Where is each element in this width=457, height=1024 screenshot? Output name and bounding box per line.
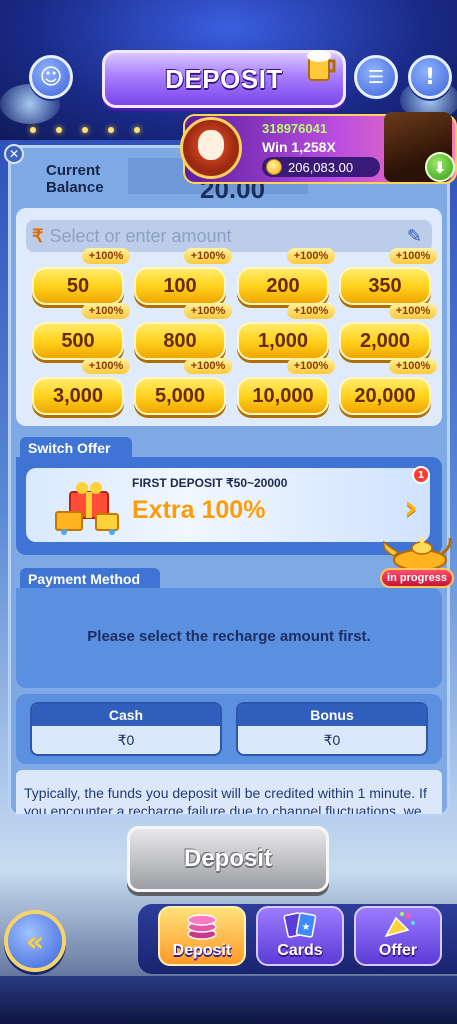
amount-button-500[interactable]: 500 xyxy=(32,322,124,360)
amount-label: 3,000 xyxy=(52,384,104,407)
cash-label: Cash xyxy=(32,704,220,726)
amount-button-50[interactable]: 50 xyxy=(32,267,124,305)
tab-deposit-label: Deposit xyxy=(172,942,232,959)
coin-balance: 206,083.00 xyxy=(262,157,380,177)
deposit-button-label: Deposit xyxy=(183,845,272,872)
back-button[interactable]: « xyxy=(4,910,66,972)
string-lights xyxy=(20,118,160,133)
page-title: DEPOSIT xyxy=(165,63,283,94)
amount-label: 20,000 xyxy=(354,384,416,407)
amount-label: 200 xyxy=(266,274,300,297)
deposit-button[interactable]: Deposit xyxy=(127,826,329,892)
amount-label: 1,000 xyxy=(257,329,309,352)
balance-label: Current Balance xyxy=(46,162,104,196)
support-icon: ☺ xyxy=(39,64,63,90)
svg-text:★: ★ xyxy=(302,922,311,933)
bonus-badge: +100% xyxy=(389,303,437,319)
amount-label: 100 xyxy=(163,274,197,297)
amount-button-200[interactable]: 200 xyxy=(237,267,329,305)
amount-button-3000[interactable]: 3,000 xyxy=(32,377,124,415)
cards-icon: ★ xyxy=(280,908,320,942)
amount-button-100[interactable]: 100 xyxy=(134,267,226,305)
amount-label: 50 xyxy=(66,274,90,297)
beer-mug-icon xyxy=(307,50,336,81)
amount-button-2000[interactable]: 2,000 xyxy=(339,322,431,360)
download-icon: ⬇ xyxy=(433,157,447,177)
tab-offer[interactable]: Offer xyxy=(354,906,442,966)
amount-button-20000[interactable]: 20,000 xyxy=(339,377,431,415)
payment-message: Please select the recharge amount first. xyxy=(87,628,371,645)
close-button[interactable]: ✕ xyxy=(4,144,24,164)
bonus-badge: +100% xyxy=(389,358,437,374)
player-id: 318976041 xyxy=(262,121,328,136)
double-chevron-left-icon: « xyxy=(25,924,45,958)
amount-button-10000[interactable]: 10,000 xyxy=(237,377,329,415)
coin-amount: 206,083.00 xyxy=(288,159,354,175)
bonus-label: Bonus xyxy=(238,704,426,726)
in-progress-badge: in progress xyxy=(380,568,454,588)
bonus-badge: +100% xyxy=(184,358,232,374)
bottom-strip xyxy=(0,976,457,1024)
bonus-badge: +100% xyxy=(82,248,130,264)
support-button[interactable]: ☺ xyxy=(29,55,73,99)
pencil-icon[interactable]: ✎ xyxy=(407,226,422,247)
balance-label-line1: Current xyxy=(46,162,101,179)
balance-label-line2: Balance xyxy=(46,179,104,196)
amount-label: 5,000 xyxy=(154,384,206,407)
cash-value: ₹0 xyxy=(117,732,135,748)
party-popper-icon xyxy=(378,908,418,942)
amount-label: 800 xyxy=(163,329,197,352)
coin-icon xyxy=(266,159,282,175)
amount-input[interactable] xyxy=(49,225,407,247)
payment-method-title: Payment Method xyxy=(20,568,160,590)
amount-label: 10,000 xyxy=(252,384,314,407)
close-icon: ✕ xyxy=(8,147,20,161)
bonus-badge: +100% xyxy=(82,303,130,319)
amount-button-350[interactable]: 350 xyxy=(339,267,431,305)
alert-icon: ! xyxy=(424,64,436,90)
bonus-badge: +100% xyxy=(389,248,437,264)
amount-input-wrapper: ₹ ✎ xyxy=(26,220,432,252)
avatar-face xyxy=(198,130,224,160)
rupee-icon: ₹ xyxy=(32,225,44,246)
bonus-badge: +100% xyxy=(82,358,130,374)
bonus-badge: +100% xyxy=(184,248,232,264)
amount-button-1000[interactable]: 1,000 xyxy=(237,322,329,360)
gift-icon xyxy=(55,482,119,535)
list-icon: ☰ xyxy=(367,66,385,88)
switch-offer-title: Switch Offer xyxy=(20,437,132,459)
tab-cards-label: Cards xyxy=(277,942,323,959)
tab-cards[interactable]: ★ Cards xyxy=(256,906,344,966)
tab-offer-label: Offer xyxy=(378,942,418,959)
magic-lamp-icon[interactable] xyxy=(380,524,454,574)
bonus-box: Bonus ₹0 xyxy=(236,702,428,756)
win-multiplier: Win 1,258X xyxy=(262,139,336,155)
cash-box: Cash ₹0 xyxy=(30,702,222,756)
chips-icon xyxy=(182,908,222,942)
info-button[interactable]: ! xyxy=(408,55,452,99)
download-button[interactable]: ⬇ xyxy=(425,152,455,182)
bonus-value: ₹0 xyxy=(323,732,341,748)
bonus-badge: +100% xyxy=(287,358,335,374)
notification-badge: 1 xyxy=(412,466,430,484)
chevron-right-icon[interactable]: › xyxy=(404,488,418,528)
amount-button-5000[interactable]: 5,000 xyxy=(134,377,226,415)
notice-text: Typically, the funds you deposit will be… xyxy=(16,770,442,814)
amount-label: 2,000 xyxy=(359,329,411,352)
records-button[interactable]: ☰ xyxy=(354,55,398,99)
offer-subtitle: FIRST DEPOSIT ₹50~20000 xyxy=(132,476,288,490)
amount-label: 350 xyxy=(368,274,402,297)
bonus-badge: +100% xyxy=(184,303,232,319)
offer-headline: Extra 100% xyxy=(132,496,266,524)
bonus-badge: +100% xyxy=(287,248,335,264)
amount-button-800[interactable]: 800 xyxy=(134,322,226,360)
amount-label: 500 xyxy=(61,329,95,352)
bonus-badge: +100% xyxy=(287,303,335,319)
tab-deposit[interactable]: Deposit xyxy=(158,906,246,966)
